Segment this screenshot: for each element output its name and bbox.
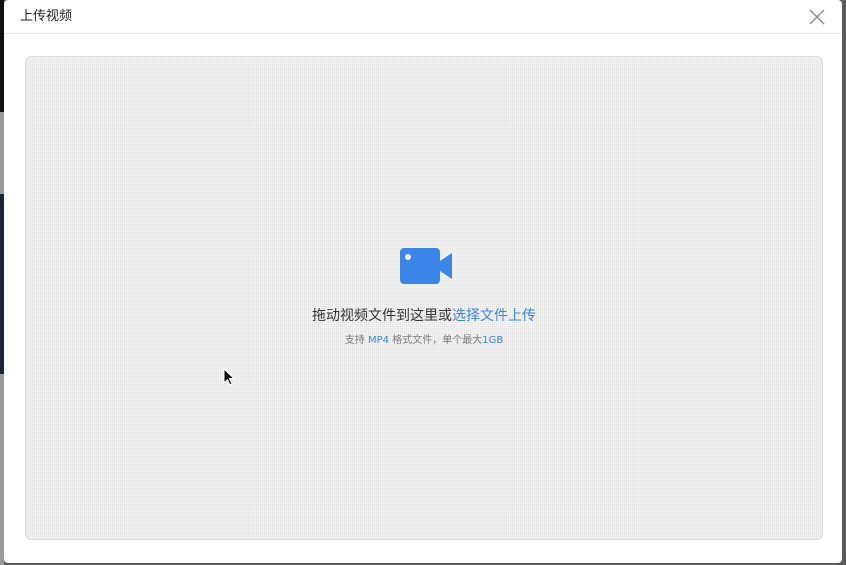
upload-hint: 支持 MP4 格式文件，单个最大1GB <box>26 334 822 348</box>
select-file-link[interactable]: 选择文件上传 <box>452 308 536 324</box>
mouse-cursor-icon <box>223 367 236 386</box>
drop-text: 拖动视频文件到这里或 <box>312 308 452 324</box>
hint-prefix: 支持 <box>344 335 368 346</box>
hint-middle: 格式文件，单个最大 <box>389 335 483 346</box>
close-icon <box>809 9 825 25</box>
video-dropzone[interactable]: 拖动视频文件到这里或选择文件上传 支持 MP4 格式文件，单个最大1GB <box>25 56 823 540</box>
modal-title: 上传视频 <box>20 9 73 24</box>
upload-video-modal: 上传视频 拖动视频文件到这里或选择文件上传 支持 MP4 格式文件，单个最大1G… <box>4 0 842 563</box>
close-button[interactable] <box>808 8 826 26</box>
hint-format: MP4 <box>367 335 390 346</box>
video-camera-icon <box>400 248 452 284</box>
drop-instruction: 拖动视频文件到这里或选择文件上传 <box>26 307 822 325</box>
hint-size: 1GB <box>482 335 504 346</box>
modal-header: 上传视频 <box>4 0 842 34</box>
